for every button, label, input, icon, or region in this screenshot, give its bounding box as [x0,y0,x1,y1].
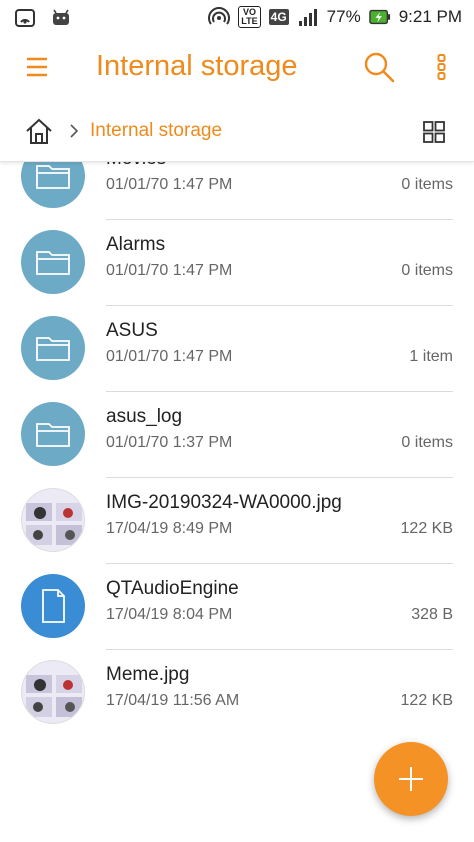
add-button[interactable] [374,742,448,816]
file-name: QTAudioEngine [106,578,239,599]
file-name: Alarms [106,234,166,255]
page-title: Internal storage [96,50,298,82]
search-icon[interactable] [362,50,396,84]
battery-charging-icon [368,9,390,25]
folder-icon [21,162,85,208]
file-name: ASUS [106,320,158,341]
network-4g-icon: 4G [268,9,289,25]
home-icon[interactable] [24,116,54,146]
file-size: 1 item [409,348,453,365]
file-size: 328 B [411,606,453,623]
file-name: IMG-20190324-WA0000.jpg [106,492,342,513]
signal-icon [298,9,317,26]
file-date: 17/04/19 11:56 AM [106,692,240,709]
file-icon [21,574,85,638]
file-name: Meme.jpg [106,664,190,685]
chevron-right-icon [70,124,79,138]
image-thumbnail [21,488,85,552]
file-name: Movies [106,162,166,170]
file-size: 0 items [401,434,453,451]
android-icon [53,9,69,25]
list-item[interactable]: ASUS 01/01/70 1:47 PM 1 item [0,306,474,392]
breadcrumb: Internal storage [0,100,474,162]
list-item[interactable]: Movies 01/01/70 1:47 PM 0 items [0,162,474,220]
more-vertical-icon[interactable] [430,52,454,82]
file-date: 17/04/19 8:49 PM [106,520,233,537]
file-size: 0 items [401,262,453,279]
folder-icon [21,230,85,294]
file-size: 122 KB [400,520,453,537]
file-date: 01/01/70 1:47 PM [106,176,233,193]
image-thumbnail [21,660,85,724]
file-date: 01/01/70 1:37 PM [106,434,233,451]
file-size: 0 items [401,176,453,193]
volte-icon: VO LTE [238,6,261,28]
list-item[interactable]: Alarms 01/01/70 1:47 PM 0 items [0,220,474,306]
file-date: 01/01/70 1:47 PM [106,262,233,279]
file-date: 17/04/19 8:04 PM [106,606,233,623]
hotspot-icon [15,9,35,27]
plus-icon [399,767,423,791]
list-item[interactable]: IMG-20190324-WA0000.jpg 17/04/19 8:49 PM… [0,478,474,564]
file-list: Movies 01/01/70 1:47 PM 0 items Alarms 0… [0,162,474,842]
list-item[interactable]: QTAudioEngine 17/04/19 8:04 PM 328 B [0,564,474,650]
breadcrumb-current[interactable]: Internal storage [90,120,222,142]
file-size: 122 KB [400,692,453,709]
wifi-calling-icon [208,7,231,25]
file-date: 01/01/70 1:47 PM [106,348,233,365]
folder-icon [21,402,85,466]
list-item[interactable]: Meme.jpg 17/04/19 11:56 AM 122 KB [0,650,474,736]
file-name: asus_log [106,406,183,427]
grid-view-icon[interactable] [422,120,446,144]
menu-icon[interactable] [22,52,52,82]
folder-icon [21,316,85,380]
battery-percent: 77% [326,7,361,26]
clock: 9:21 PM [398,7,462,26]
status-bar: VO LTE 4G 77% 9:21 PM [0,0,474,36]
list-item[interactable]: asus_log 01/01/70 1:37 PM 0 items [0,392,474,478]
app-bar: Internal storage [0,36,474,100]
